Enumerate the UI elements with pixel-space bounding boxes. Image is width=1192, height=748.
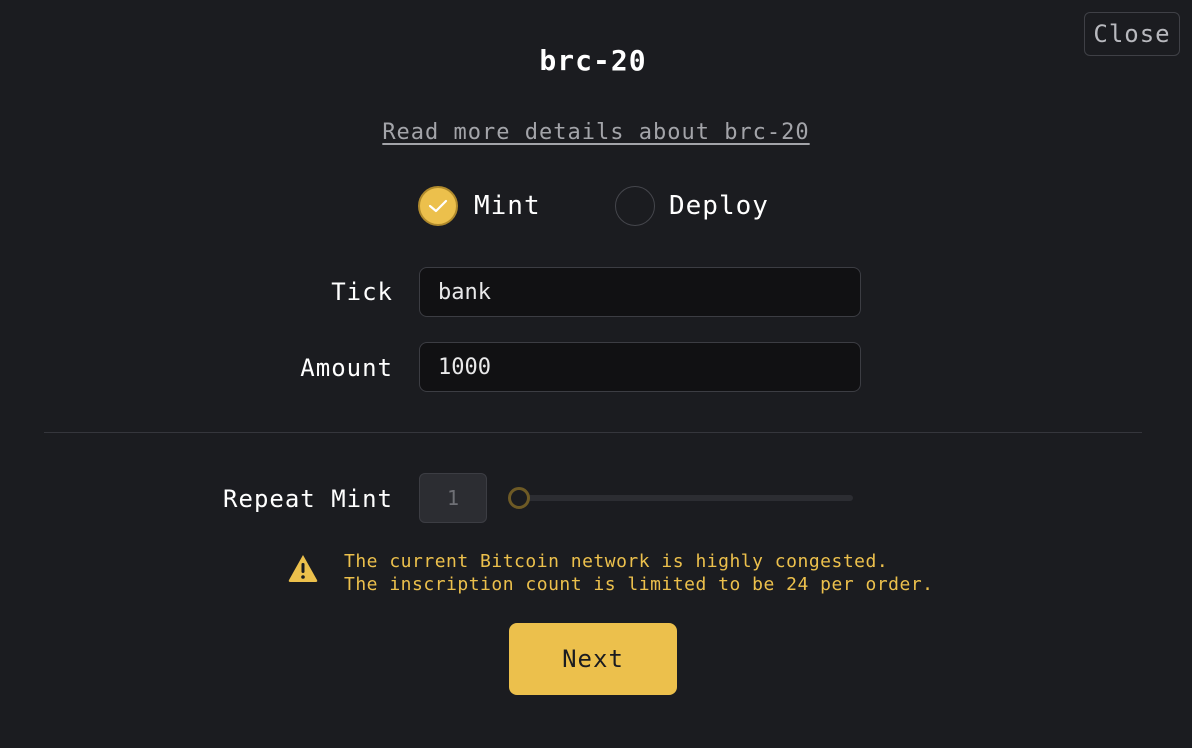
congestion-warning: The current Bitcoin network is highly co… bbox=[344, 550, 934, 596]
amount-input[interactable] bbox=[419, 342, 861, 392]
brc20-modal: Close brc-20 Read more details about brc… bbox=[0, 0, 1192, 748]
amount-label: Amount bbox=[300, 354, 393, 382]
radio-mint[interactable]: Mint bbox=[418, 186, 541, 226]
details-link[interactable]: Read more details about brc-20 bbox=[0, 120, 1192, 145]
modal-title: brc-20 bbox=[539, 44, 647, 77]
section-divider bbox=[44, 432, 1142, 433]
repeat-slider-track[interactable] bbox=[519, 495, 853, 501]
next-button[interactable]: Next bbox=[509, 623, 677, 695]
radio-unchecked-icon bbox=[615, 186, 655, 226]
warning-line-1: The current Bitcoin network is highly co… bbox=[344, 551, 889, 572]
repeat-count-field[interactable]: 1 bbox=[419, 473, 487, 523]
warning-triangle-icon bbox=[288, 555, 318, 582]
tick-label: Tick bbox=[331, 278, 393, 306]
repeat-mint-label: Repeat Mint bbox=[223, 485, 393, 513]
checkmark-icon bbox=[418, 186, 458, 226]
operation-radio-group: Mint Deploy bbox=[0, 186, 1192, 230]
radio-deploy-label: Deploy bbox=[669, 191, 769, 221]
warning-line-2: The inscription count is limited to be 2… bbox=[344, 574, 934, 595]
radio-deploy[interactable]: Deploy bbox=[615, 186, 769, 226]
radio-mint-label: Mint bbox=[474, 191, 541, 221]
tick-input[interactable] bbox=[419, 267, 861, 317]
repeat-slider-handle[interactable] bbox=[508, 487, 530, 509]
